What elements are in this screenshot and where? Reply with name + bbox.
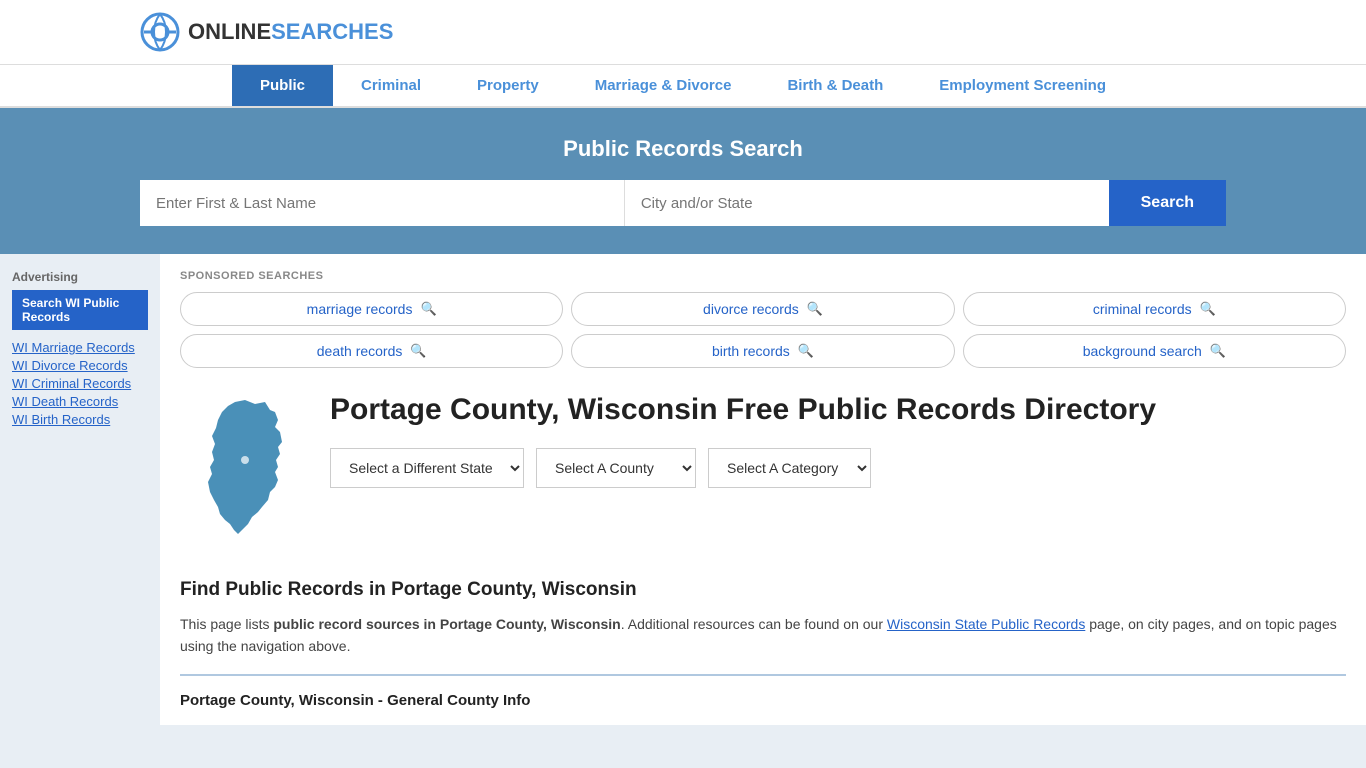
search-icon-1: 🔍 <box>807 301 823 317</box>
tag-divorce[interactable]: divorce records 🔍 <box>571 292 954 326</box>
header: ONLINESEARCHES <box>0 0 1366 65</box>
sidebar: Advertising Search WI Public Records WI … <box>0 254 160 725</box>
search-banner: Public Records Search Search <box>0 108 1366 254</box>
search-icon-2: 🔍 <box>1200 301 1216 317</box>
nav-property[interactable]: Property <box>449 65 567 106</box>
sidebar-link-criminal[interactable]: WI Criminal Records <box>12 376 148 391</box>
sidebar-ad-label: Advertising <box>12 270 148 284</box>
nav-birth-death[interactable]: Birth & Death <box>759 65 911 106</box>
state-map <box>180 392 310 555</box>
search-form: Search <box>140 180 1226 226</box>
main-nav: Public Criminal Property Marriage & Divo… <box>0 65 1366 108</box>
county-section: Portage County, Wisconsin Free Public Re… <box>180 392 1346 555</box>
tag-criminal[interactable]: criminal records 🔍 <box>963 292 1346 326</box>
find-link[interactable]: Wisconsin State Public Records <box>887 616 1085 632</box>
county-info: Portage County, Wisconsin Free Public Re… <box>330 392 1156 488</box>
tag-birth[interactable]: birth records 🔍 <box>571 334 954 368</box>
main-wrapper: Advertising Search WI Public Records WI … <box>0 254 1366 725</box>
sidebar-link-divorce[interactable]: WI Divorce Records <box>12 358 148 373</box>
tag-background[interactable]: background search 🔍 <box>963 334 1346 368</box>
county-dropdown[interactable]: Select A County <box>536 448 696 488</box>
find-title: Find Public Records in Portage County, W… <box>180 579 1346 601</box>
search-tags: marriage records 🔍 divorce records 🔍 cri… <box>180 292 1346 368</box>
nav-marriage-divorce[interactable]: Marriage & Divorce <box>567 65 760 106</box>
location-input[interactable] <box>625 180 1109 226</box>
state-dropdown[interactable]: Select a Different State <box>330 448 524 488</box>
find-text-before: This page lists <box>180 616 273 632</box>
county-title: Portage County, Wisconsin Free Public Re… <box>330 392 1156 428</box>
search-icon-4: 🔍 <box>798 343 814 359</box>
tag-divorce-label: divorce records <box>703 301 799 317</box>
logo-icon <box>140 12 180 52</box>
sidebar-link-birth[interactable]: WI Birth Records <box>12 412 148 427</box>
search-icon-0: 🔍 <box>420 301 436 317</box>
banner-title: Public Records Search <box>140 136 1226 162</box>
tag-death[interactable]: death records 🔍 <box>180 334 563 368</box>
tag-marriage[interactable]: marriage records 🔍 <box>180 292 563 326</box>
wisconsin-map-svg <box>180 392 310 552</box>
find-text-bold: public record sources in Portage County,… <box>273 616 620 632</box>
find-text: This page lists public record sources in… <box>180 613 1346 658</box>
logo-text: ONLINESEARCHES <box>188 19 393 45</box>
search-icon-5: 🔍 <box>1210 343 1226 359</box>
tag-criminal-label: criminal records <box>1093 301 1192 317</box>
find-text-after: . Additional resources can be found on o… <box>621 616 887 632</box>
nav-public[interactable]: Public <box>232 65 333 106</box>
sponsored-label: SPONSORED SEARCHES <box>180 270 1346 282</box>
find-section: Find Public Records in Portage County, W… <box>180 579 1346 658</box>
tag-marriage-label: marriage records <box>307 301 413 317</box>
category-dropdown[interactable]: Select A Category <box>708 448 871 488</box>
sidebar-ad-button[interactable]: Search WI Public Records <box>12 290 148 330</box>
content: SPONSORED SEARCHES marriage records 🔍 di… <box>160 254 1366 725</box>
name-input[interactable] <box>140 180 625 226</box>
nav-employment[interactable]: Employment Screening <box>911 65 1134 106</box>
logo[interactable]: ONLINESEARCHES <box>140 12 393 52</box>
search-button[interactable]: Search <box>1109 180 1226 226</box>
nav-criminal[interactable]: Criminal <box>333 65 449 106</box>
tag-birth-label: birth records <box>712 343 790 359</box>
general-info-title: Portage County, Wisconsin - General Coun… <box>180 692 1346 709</box>
search-icon-3: 🔍 <box>410 343 426 359</box>
sidebar-link-death[interactable]: WI Death Records <box>12 394 148 409</box>
sidebar-link-marriage[interactable]: WI Marriage Records <box>12 340 148 355</box>
tag-death-label: death records <box>317 343 403 359</box>
tag-background-label: background search <box>1083 343 1202 359</box>
dropdowns: Select a Different State Select A County… <box>330 448 1156 488</box>
divider <box>180 674 1346 676</box>
